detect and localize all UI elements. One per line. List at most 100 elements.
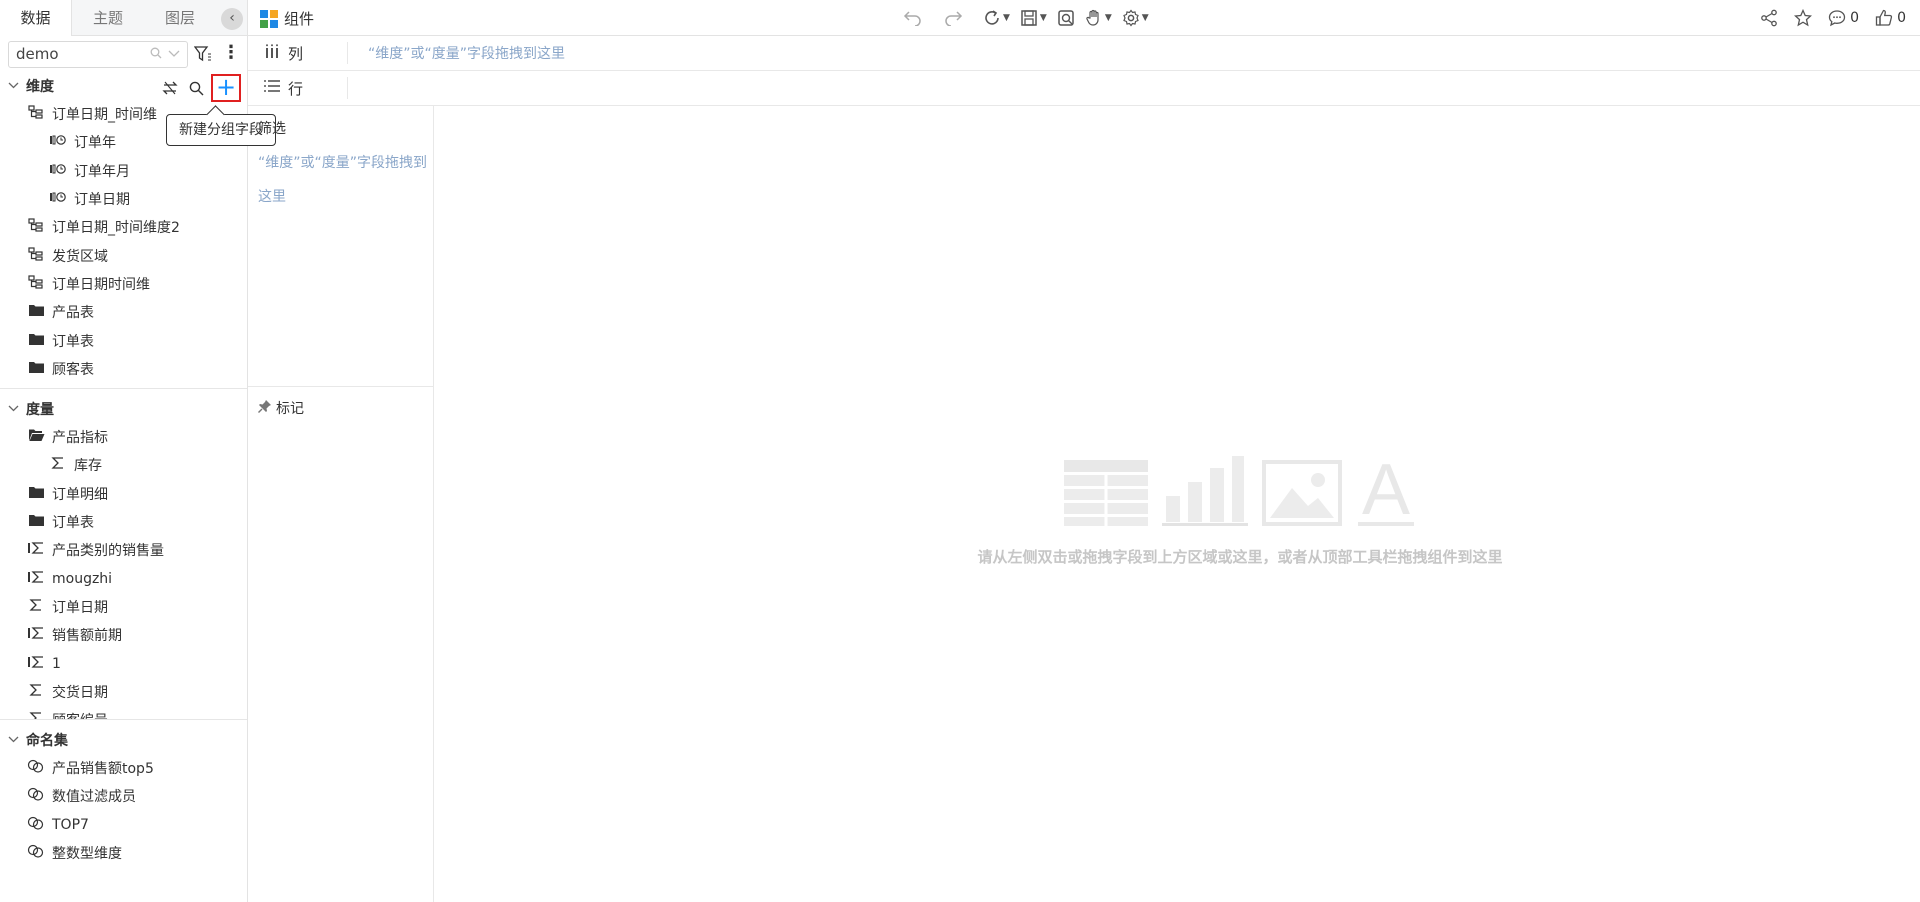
tree-item[interactable]: 订单表 <box>0 508 247 536</box>
tree-item[interactable]: 顾客表 <box>0 355 247 383</box>
named-sets-header[interactable]: 命名集 <box>0 726 247 754</box>
dimension-tools: + <box>159 74 241 102</box>
tree-item[interactable]: 订单表 <box>0 326 247 354</box>
sigma-icon <box>26 683 46 701</box>
tree-item-label: 订单日期 <box>52 599 108 616</box>
redo-icon[interactable] <box>943 6 963 30</box>
tree-item[interactable]: 产品销售额top5 <box>0 754 247 782</box>
folder-icon <box>26 332 46 350</box>
columns-shelf[interactable]: 列 “维度”或“度量”字段拖拽到这里 <box>248 36 1920 71</box>
thumbs-up-icon <box>1875 9 1893 26</box>
tree-item[interactable]: mougzhi <box>0 564 247 592</box>
dataset-select-value: demo <box>16 45 59 63</box>
named-set-icon <box>26 759 46 777</box>
tree-item[interactable]: 整数型维度 <box>0 839 247 862</box>
named-set-icon <box>26 787 46 805</box>
dataset-select[interactable]: demo <box>8 40 188 68</box>
folder-icon <box>26 513 46 531</box>
dimensions-title: 维度 <box>26 79 54 95</box>
date-level-icon <box>48 191 68 207</box>
filter-icon[interactable] <box>193 46 212 62</box>
dimensions-header[interactable]: 维度 + <box>0 72 247 102</box>
chevron-down-icon: ▼ <box>1141 13 1149 23</box>
tree-item-label: 订单日期_时间维度2 <box>52 220 180 237</box>
star-icon[interactable] <box>1794 6 1813 30</box>
folder-open-icon <box>26 428 46 446</box>
marks-title: 标记 <box>258 398 304 418</box>
columns-label-text: 列 <box>288 44 304 63</box>
undo-icon[interactable] <box>903 6 923 30</box>
search-icon[interactable] <box>185 77 207 99</box>
canvas-placeholder[interactable]: A 请从左侧双击或拖拽字段到上方区域或这里，或者从顶部工具栏拖拽组件到这里 <box>955 450 1525 567</box>
calc-measure-icon <box>26 655 46 673</box>
chevron-down-icon: ▼ <box>1104 13 1112 23</box>
tree-item[interactable]: 1 <box>0 649 247 677</box>
component-button[interactable]: 组件 <box>260 8 314 29</box>
date-level-icon <box>48 134 68 150</box>
refresh-icon[interactable]: ▼ <box>983 6 1010 30</box>
hierarchy-icon <box>26 218 46 236</box>
measures-title: 度量 <box>26 402 54 418</box>
tree-item[interactable]: 产品表 <box>0 298 247 326</box>
rows-icon <box>264 79 280 97</box>
measures-header[interactable]: 度量 <box>0 395 247 423</box>
rows-shelf[interactable]: 行 <box>248 71 1920 106</box>
tree-item-label: 订单明细表 <box>52 387 122 388</box>
text-icon: A <box>1356 450 1416 530</box>
tree-item-label: 产品指标 <box>52 430 108 447</box>
filter-drop-hint[interactable]: “维度”或“度量”字段拖拽到这里 <box>258 146 428 214</box>
top-toolbar: 组件 ▼ ▼ ▼ ▼ 0 0 <box>248 0 1920 36</box>
component-label: 组件 <box>284 10 315 28</box>
tree-item[interactable]: 顾客编号 <box>0 706 247 719</box>
tab-layers[interactable]: 图层 <box>144 0 216 36</box>
more-vertical-icon[interactable]: ⋮ <box>222 44 240 62</box>
named-sets-title: 命名集 <box>26 733 68 749</box>
tree-item-label: 订单明细 <box>52 486 108 503</box>
tree-item[interactable]: 销售额前期 <box>0 621 247 649</box>
tree-item[interactable]: 订单日期_时间维度2 <box>0 213 247 241</box>
tree-item[interactable]: 发货区域 <box>0 241 247 269</box>
dataset-search-row: demo ⋮ <box>0 36 247 72</box>
pin-icon <box>258 399 272 417</box>
tree-item[interactable]: 订单年月 <box>0 157 247 185</box>
tree-item[interactable]: 订单日期时间维 <box>0 270 247 298</box>
bar-chart-icon <box>1162 456 1248 530</box>
columns-shelf-label: 列 <box>248 42 348 64</box>
collapse-panel-icon[interactable]: ‹ <box>221 8 243 30</box>
tree-item[interactable]: 订单日期 <box>0 185 247 213</box>
tree-item[interactable]: TOP7 <box>0 811 247 839</box>
tab-theme[interactable]: 主题 <box>72 0 144 36</box>
save-icon[interactable]: ▼ <box>1020 6 1047 30</box>
tree-item[interactable]: 库存 <box>0 451 247 479</box>
tab-data[interactable]: 数据 <box>0 0 72 36</box>
settings-icon[interactable]: ▼ <box>1122 6 1149 30</box>
tree-item[interactable]: 订单日期 <box>0 593 247 621</box>
tree-item-label: 整数型维度 <box>52 846 122 862</box>
add-group-field-button[interactable]: + <box>211 74 241 102</box>
hand-icon[interactable]: ▼ <box>1085 6 1112 30</box>
tree-item[interactable]: 产品类别的销售量 <box>0 536 247 564</box>
columns-icon <box>264 44 280 62</box>
tree-item-label: 订单日期 <box>74 192 130 209</box>
tree-item-label: 发货区域 <box>52 248 108 265</box>
share-icon[interactable] <box>1760 6 1778 30</box>
tree-item[interactable]: 交货日期 <box>0 678 247 706</box>
tree-item[interactable]: 订单明细 <box>0 480 247 508</box>
sigma-icon <box>26 598 46 616</box>
comment-button[interactable]: 0 <box>1828 6 1859 30</box>
date-level-icon <box>48 163 68 179</box>
panel-tabs: 数据 主题 图层 ‹ <box>0 0 247 36</box>
preview-icon[interactable] <box>1057 6 1075 30</box>
chevron-down-icon <box>8 735 20 746</box>
tree-item[interactable]: 数值过滤成员 <box>0 782 247 810</box>
component-grid-icon <box>260 9 278 28</box>
toolbar-social: 0 0 <box>1760 6 1906 30</box>
sigma-icon <box>26 711 46 719</box>
tree-item-label: TOP7 <box>52 816 89 833</box>
filter-title-text: 筛选 <box>258 121 286 137</box>
folder-icon <box>26 303 46 321</box>
swap-icon[interactable] <box>159 77 181 99</box>
chevron-down-icon: ▼ <box>1003 13 1010 23</box>
like-button[interactable]: 0 <box>1875 6 1906 30</box>
tree-item[interactable]: 产品指标 <box>0 423 247 451</box>
